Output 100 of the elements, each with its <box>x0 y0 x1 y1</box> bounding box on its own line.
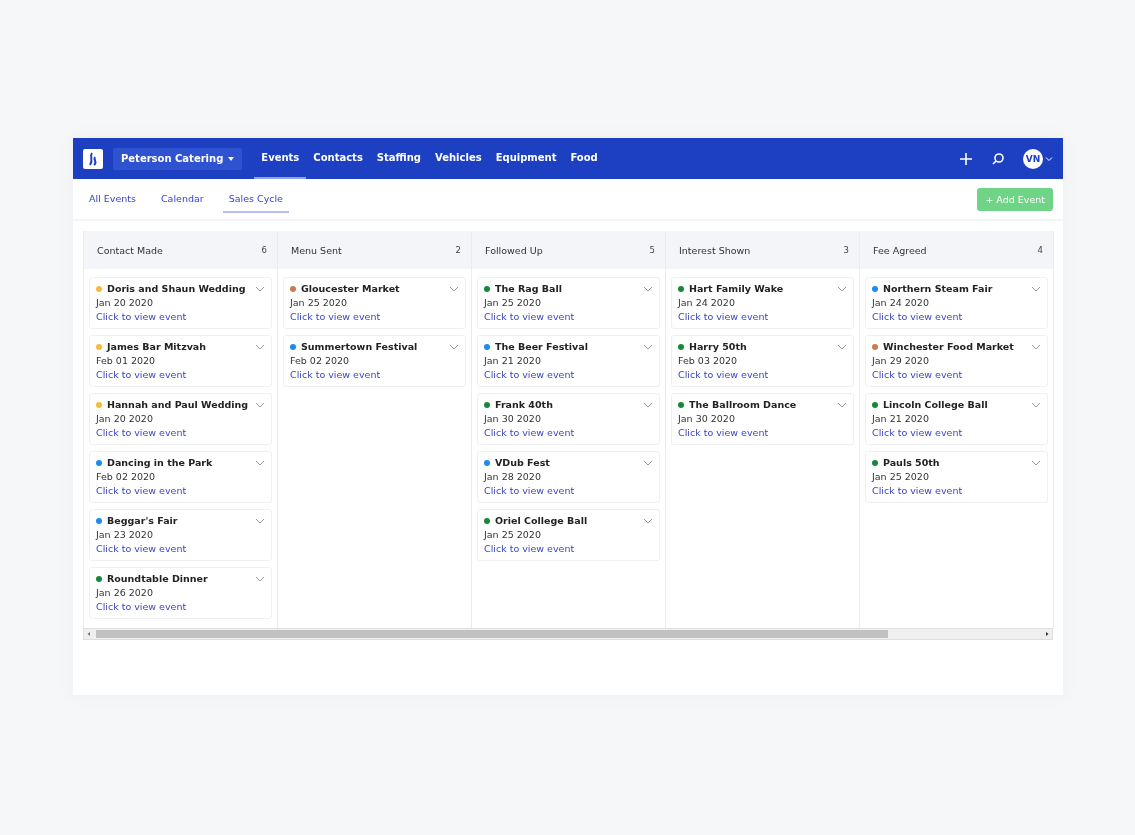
column-count: 2 <box>455 245 461 255</box>
event-name: Winchester Food Market <box>883 341 1015 352</box>
event-name: The Rag Ball <box>495 283 563 294</box>
view-event-link[interactable]: Click to view event <box>872 485 963 496</box>
event-name: Lincoln College Ball <box>883 399 989 410</box>
user-avatar[interactable]: VN <box>1023 148 1043 169</box>
chevron-down-icon[interactable] <box>1031 343 1041 350</box>
event-date: Jan 28 2020 <box>484 471 542 482</box>
view-event-link[interactable]: Click to view event <box>484 311 575 322</box>
view-tab[interactable]: Sales Cycle <box>222 185 289 213</box>
horizontal-scrollbar[interactable] <box>83 628 1053 640</box>
chevron-down-icon[interactable] <box>255 575 265 582</box>
column-title: Contact Made <box>97 244 163 256</box>
chevron-down-icon[interactable] <box>837 401 847 408</box>
scroll-right-icon[interactable] <box>1044 631 1050 637</box>
event-date: Feb 02 2020 <box>96 471 157 482</box>
view-event-link[interactable]: Click to view event <box>678 369 769 380</box>
chevron-down-icon[interactable] <box>255 343 265 350</box>
nav-tab[interactable]: Equipment <box>488 138 564 179</box>
event-date: Jan 25 2020 <box>484 529 542 540</box>
event-name: The Ballroom Dance <box>689 399 798 410</box>
view-event-link[interactable]: Click to view event <box>484 543 575 554</box>
event-name: The Beer Festival <box>495 341 589 352</box>
nav-tab[interactable]: Events <box>254 138 307 179</box>
chevron-down-icon[interactable] <box>643 343 653 350</box>
nav-tab[interactable]: Vehicles <box>428 138 489 179</box>
view-event-link[interactable]: Click to view event <box>96 427 187 438</box>
nav-tab[interactable]: Contacts <box>306 138 370 179</box>
event-date: Jan 23 2020 <box>96 529 154 540</box>
scroll-left-icon[interactable] <box>86 631 92 637</box>
logo-icon <box>83 148 103 169</box>
view-event-link[interactable]: Click to view event <box>678 427 769 438</box>
view-event-link[interactable]: Click to view event <box>96 601 187 612</box>
view-event-link[interactable]: Click to view event <box>484 427 575 438</box>
chevron-down-icon[interactable] <box>643 401 653 408</box>
chevron-down-icon[interactable] <box>1031 285 1041 292</box>
event-date: Jan 26 2020 <box>96 587 154 598</box>
search-icon[interactable] <box>991 151 1005 166</box>
event-date: Feb 01 2020 <box>96 355 157 366</box>
event-name: Roundtable Dinner <box>107 573 209 584</box>
column-title: Menu Sent <box>291 244 342 256</box>
event-name: Dancing in the Park <box>107 457 214 468</box>
column-title: Fee Agreed <box>873 244 927 256</box>
chevron-down-icon[interactable] <box>255 517 265 524</box>
event-date: Jan 20 2020 <box>96 297 154 308</box>
event-name: Doris and Shaun Wedding <box>107 283 247 294</box>
event-name: Frank 40th <box>495 399 554 410</box>
event-name: Oriel College Ball <box>495 515 589 526</box>
chevron-down-icon[interactable] <box>1031 401 1041 408</box>
view-event-link[interactable]: Click to view event <box>96 369 187 380</box>
chevron-down-icon[interactable] <box>643 459 653 466</box>
plus-icon[interactable] <box>959 151 973 166</box>
chevron-down-icon[interactable] <box>449 343 459 350</box>
chevron-down-icon[interactable] <box>255 459 265 466</box>
view-event-link[interactable]: Click to view event <box>290 369 381 380</box>
view-event-link[interactable]: Click to view event <box>872 369 963 380</box>
event-date: Jan 21 2020 <box>484 355 542 366</box>
chevron-down-icon[interactable] <box>255 401 265 408</box>
view-event-link[interactable]: Click to view event <box>484 485 575 496</box>
column-count: 6 <box>261 245 267 255</box>
view-event-link[interactable]: Click to view event <box>96 543 187 554</box>
event-date: Jan 29 2020 <box>872 355 930 366</box>
chevron-down-icon[interactable] <box>643 517 653 524</box>
view-event-link[interactable]: Click to view event <box>678 311 769 322</box>
nav-tab[interactable]: Food <box>563 138 605 179</box>
event-name: James Bar Mitzvah <box>107 341 208 352</box>
chevron-down-icon[interactable] <box>837 285 847 292</box>
chevron-down-icon[interactable] <box>1031 459 1041 466</box>
view-event-link[interactable]: Click to view event <box>96 485 187 496</box>
column-count: 4 <box>1037 245 1043 255</box>
chevron-down-icon[interactable] <box>449 285 459 292</box>
event-date: Jan 24 2020 <box>872 297 930 308</box>
event-name: Pauls 50th <box>883 457 941 468</box>
event-name: VDub Fest <box>495 457 551 468</box>
event-date: Jan 25 2020 <box>484 297 542 308</box>
view-event-link[interactable]: Click to view event <box>96 311 187 322</box>
chevron-down-icon[interactable] <box>837 343 847 350</box>
scrollbar-thumb[interactable] <box>96 630 888 638</box>
event-date: Feb 03 2020 <box>678 355 739 366</box>
event-date: Jan 20 2020 <box>96 413 154 424</box>
chevron-down-icon[interactable] <box>255 285 265 292</box>
view-event-link[interactable]: Click to view event <box>290 311 381 322</box>
caret-icon <box>228 156 235 161</box>
column-count: 3 <box>843 245 849 255</box>
event-name: Summertown Festival <box>301 341 419 352</box>
nav-tab[interactable]: Staffing <box>369 138 428 179</box>
event-date: Jan 25 2020 <box>290 297 348 308</box>
view-tab[interactable]: All Events <box>83 185 142 213</box>
event-date: Jan 30 2020 <box>484 413 542 424</box>
event-name: Northern Steam Fair <box>883 283 994 294</box>
view-event-link[interactable]: Click to view event <box>872 311 963 322</box>
workspace-dropdown[interactable]: Peterson Catering <box>113 147 243 170</box>
event-date: Feb 02 2020 <box>290 355 351 366</box>
column-count: 5 <box>649 245 655 255</box>
view-event-link[interactable]: Click to view event <box>872 427 963 438</box>
event-date: Jan 24 2020 <box>678 297 736 308</box>
view-tab[interactable]: Calendar <box>154 185 210 213</box>
chevron-down-icon[interactable] <box>643 285 653 292</box>
event-name: Gloucester Market <box>301 283 401 294</box>
view-event-link[interactable]: Click to view event <box>484 369 575 380</box>
